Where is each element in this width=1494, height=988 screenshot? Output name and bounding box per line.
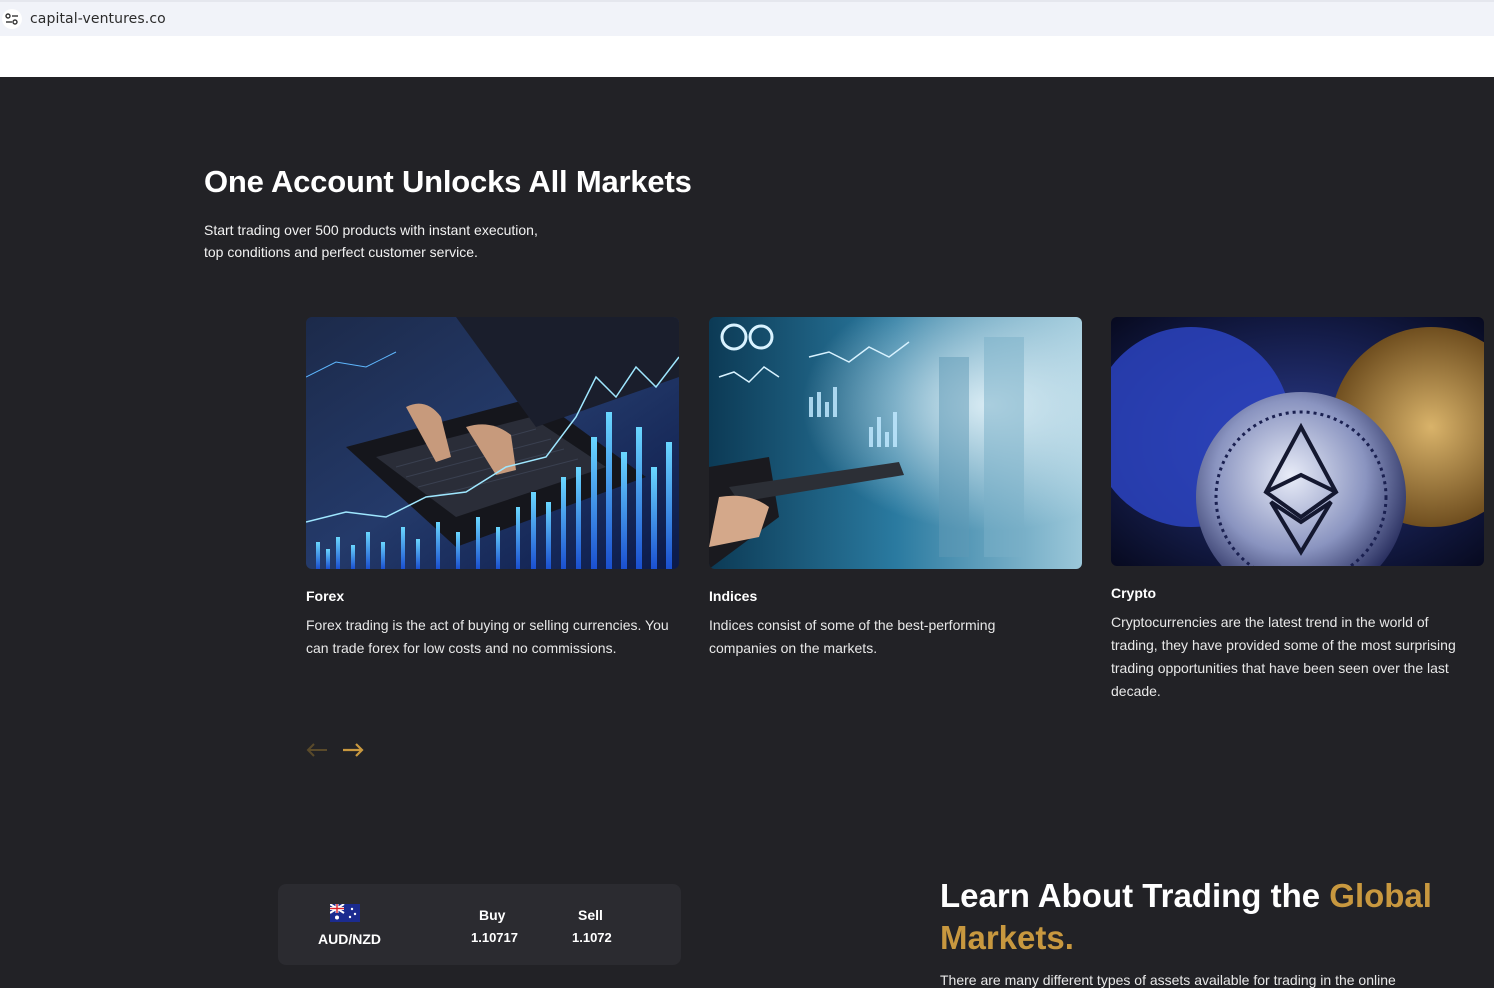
card-description-line: Forex trading is the act of buying or se… [306,617,669,633]
markets-section: One Account Unlocks All Markets Start tr… [0,77,1494,988]
url-text[interactable]: capital-ventures.co [30,11,166,27]
card-description-line: decade. [1111,683,1161,699]
card-description-line: trading opportunities that have been see… [1111,660,1449,676]
learn-title-highlight: Markets. [940,919,1074,956]
site-settings-icon[interactable] [2,9,22,29]
indices-dashboard-image [709,317,1082,569]
hero-subtitle-line-1: Start trading over 500 products with ins… [204,222,538,238]
card-description-line: Cryptocurrencies are the latest trend in… [1111,614,1429,630]
buy-label: Buy [479,907,506,923]
card-description-line: trading, they have provided some of the … [1111,637,1456,653]
crypto-coins-image [1111,317,1484,566]
learn-title: Learn About Trading the Global Markets. [940,875,1460,959]
currency-ticker[interactable]: AUD/NZD Buy 1.10717 Sell 1.1072 [278,884,681,965]
browser-address-bar[interactable]: capital-ventures.co [0,0,1494,36]
learn-title-text: Learn About Trading the [940,877,1330,914]
hero-subtitle-line-2: top conditions and perfect customer serv… [204,244,478,260]
arrow-right-icon[interactable] [341,742,365,758]
card-description-line: can trade forex for low costs and no com… [306,640,617,656]
site-header-bar [0,36,1494,77]
currency-pair: AUD/NZD [318,931,381,947]
card-title[interactable]: Forex [306,588,344,604]
page-title: One Account Unlocks All Markets [204,164,692,199]
card-description-line: companies on the markets. [709,640,878,656]
learn-title-highlight: Global [1329,877,1432,914]
sell-label: Sell [578,907,603,923]
card-title[interactable]: Crypto [1111,585,1156,601]
sell-price: 1.1072 [572,930,612,945]
arrow-left-icon[interactable] [305,742,329,758]
card-description-line: Indices consist of some of the best-perf… [709,617,996,633]
card-title[interactable]: Indices [709,588,757,604]
australia-flag-icon [329,903,360,922]
forex-trading-image [306,317,679,569]
buy-price: 1.10717 [471,930,518,945]
